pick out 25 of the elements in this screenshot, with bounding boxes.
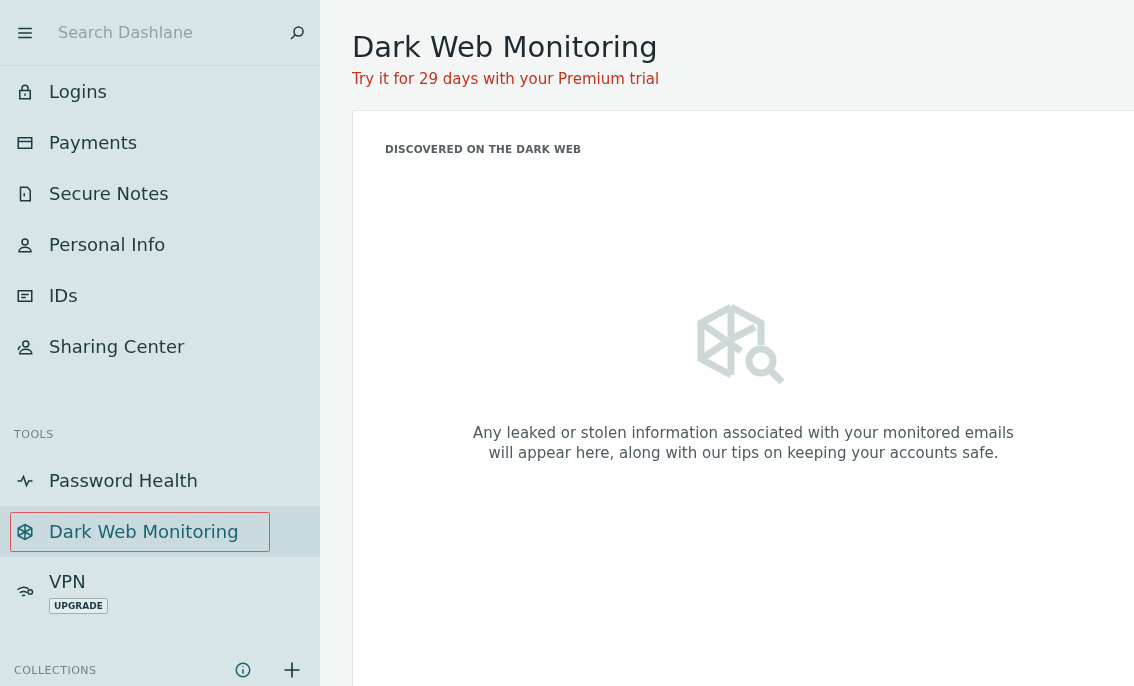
trial-notice: Try it for 29 days with your Premium trial: [352, 70, 661, 88]
search-icon[interactable]: [288, 23, 306, 42]
people-icon: [16, 337, 34, 356]
nav-item[interactable]: Personal Info: [10, 224, 172, 265]
search-field[interactable]: Search Dashlane: [56, 22, 266, 43]
nav-item[interactable]: Dark Web Monitoring: [10, 511, 270, 552]
nav-item[interactable]: Sharing Center: [10, 326, 191, 367]
page-title: Dark Web Monitoring: [352, 30, 659, 64]
nav-item[interactable]: Payments: [10, 122, 144, 163]
empty-message: Any leaked or stolen information associated with your monitored emails will appear here, along with our tips on keeping your accounts safe.: [472, 423, 1015, 463]
card-heading: DISCOVERED ON THE DARK WEB: [385, 143, 583, 155]
nav-label: VPN: [49, 570, 87, 592]
person-icon: [16, 235, 34, 254]
nav-item[interactable]: Password Health: [10, 460, 204, 501]
nav-item[interactable]: IDs: [10, 275, 84, 316]
web-icon: [16, 522, 34, 541]
section-heading: COLLECTIONS: [13, 663, 98, 677]
nav-item[interactable]: Secure Notes: [10, 173, 175, 214]
nav-item[interactable]: VPN UPGRADE: [10, 562, 114, 622]
upgrade-badge: UPGRADE: [49, 597, 108, 614]
section-heading: TOOLS: [13, 428, 55, 441]
nav-item[interactable]: Logins: [10, 71, 113, 112]
info-icon[interactable]: [234, 661, 252, 679]
lock-icon: [16, 82, 34, 101]
plus-icon[interactable]: [282, 660, 302, 680]
